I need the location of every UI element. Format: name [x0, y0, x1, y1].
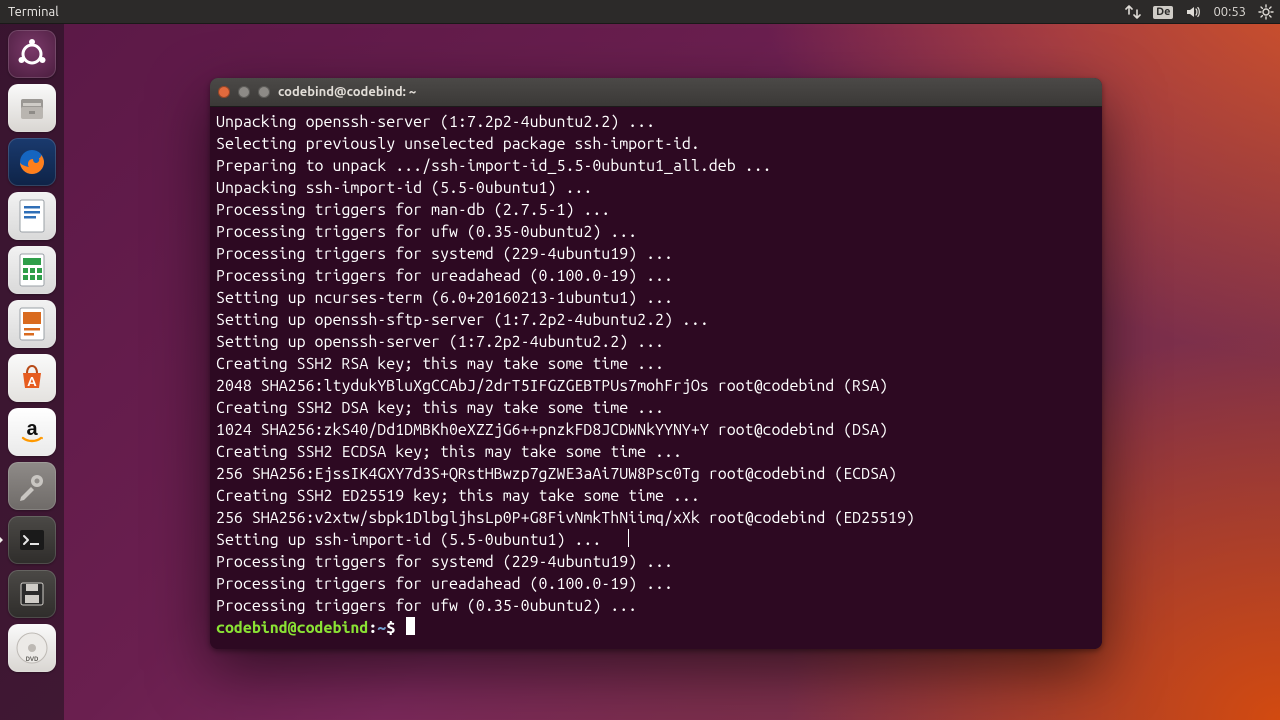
- terminal-line: Unpacking openssh-server (1:7.2p2-4ubunt…: [216, 111, 1102, 133]
- session-indicator[interactable]: [1252, 0, 1280, 24]
- launcher-settings[interactable]: [8, 462, 56, 510]
- terminal-line: Processing triggers for ureadahead (0.10…: [216, 573, 1102, 595]
- firefox-icon: [15, 145, 49, 179]
- svg-text:a: a: [26, 418, 38, 440]
- launcher-software[interactable]: A: [8, 354, 56, 402]
- text-caret-icon: [628, 529, 629, 547]
- file-manager-icon: [15, 91, 49, 125]
- launcher-disc[interactable]: DVD: [8, 624, 56, 672]
- unity-launcher: A a DVD: [0, 24, 64, 720]
- window-minimize-button[interactable]: [238, 86, 250, 98]
- svg-text:A: A: [27, 375, 37, 389]
- terminal-line: Processing triggers for systemd (229-4ub…: [216, 243, 1102, 265]
- terminal-output: Unpacking openssh-server (1:7.2p2-4ubunt…: [216, 111, 1102, 639]
- network-updown-icon: [1125, 4, 1141, 20]
- wrench-gear-icon: [15, 469, 49, 503]
- launcher-save[interactable]: [8, 570, 56, 618]
- gear-icon: [1258, 4, 1274, 20]
- network-indicator[interactable]: [1119, 0, 1147, 24]
- terminal-line: 256 SHA256:v2xtw/sbpk1DlbgljhsLp0P+G8Fiv…: [216, 507, 1102, 529]
- keyboard-layout-badge: De: [1153, 6, 1173, 19]
- terminal-prompt[interactable]: codebind@codebind:~$: [216, 617, 1102, 639]
- launcher-calc[interactable]: [8, 246, 56, 294]
- terminal-title: codebind@codebind: ~: [278, 85, 416, 99]
- prompt-path: ~: [377, 619, 386, 637]
- terminal-line: Setting up openssh-sftp-server (1:7.2p2-…: [216, 309, 1102, 331]
- terminal-body[interactable]: Unpacking openssh-server (1:7.2p2-4ubunt…: [210, 107, 1102, 649]
- terminal-line: 1024 SHA256:zkS40/Dd1DMBKh0eXZZjG6++pnzk…: [216, 419, 1102, 441]
- sound-indicator[interactable]: [1179, 0, 1207, 24]
- terminal-line: 256 SHA256:EjssIK4GXY7d3S+QRstHBwzp7gZWE…: [216, 463, 1102, 485]
- terminal-line: Setting up openssh-server (1:7.2p2-4ubun…: [216, 331, 1102, 353]
- svg-text:DVD: DVD: [26, 656, 39, 663]
- top-menu-bar: Terminal De 00:53: [0, 0, 1280, 24]
- prompt-userhost: codebind@codebind: [216, 619, 368, 637]
- prompt-symbol: $: [386, 619, 404, 637]
- terminal-line: Setting up ssh-import-id (5.5-0ubuntu1) …: [216, 529, 1102, 551]
- window-close-button[interactable]: [218, 86, 230, 98]
- keyboard-indicator[interactable]: De: [1147, 0, 1179, 24]
- terminal-line: Processing triggers for systemd (229-4ub…: [216, 551, 1102, 573]
- terminal-icon: [15, 523, 49, 557]
- launcher-amazon[interactable]: a: [8, 408, 56, 456]
- terminal-line: Creating SSH2 RSA key; this may take som…: [216, 353, 1102, 375]
- floppy-icon: [15, 577, 49, 611]
- terminal-line: 2048 SHA256:ltydukYBluXgCCAbJ/2drT5IFGZG…: [216, 375, 1102, 397]
- launcher-writer[interactable]: [8, 192, 56, 240]
- writer-icon: [17, 198, 47, 234]
- block-cursor-icon: [406, 617, 415, 635]
- terminal-line: Creating SSH2 ED25519 key; this may take…: [216, 485, 1102, 507]
- terminal-line: Processing triggers for ufw (0.35-0ubunt…: [216, 595, 1102, 617]
- terminal-line: Selecting previously unselected package …: [216, 133, 1102, 155]
- launcher-files[interactable]: [8, 84, 56, 132]
- terminal-line: Preparing to unpack .../ssh-import-id_5.…: [216, 155, 1102, 177]
- dvd-icon: DVD: [12, 628, 52, 668]
- launcher-impress[interactable]: [8, 300, 56, 348]
- terminal-line: Processing triggers for ufw (0.35-0ubunt…: [216, 221, 1102, 243]
- launcher-firefox[interactable]: [8, 138, 56, 186]
- active-app-title: Terminal: [8, 5, 59, 19]
- calc-icon: [17, 252, 47, 288]
- clock-indicator[interactable]: 00:53: [1207, 0, 1252, 24]
- terminal-line: Unpacking ssh-import-id (5.5-0ubuntu1) .…: [216, 177, 1102, 199]
- launcher-dash[interactable]: [8, 30, 56, 78]
- launcher-terminal[interactable]: [8, 516, 56, 564]
- terminal-line: Creating SSH2 DSA key; this may take som…: [216, 397, 1102, 419]
- volume-icon: [1185, 4, 1201, 20]
- impress-icon: [17, 306, 47, 342]
- amazon-icon: a: [15, 415, 49, 449]
- terminal-line: Processing triggers for man-db (2.7.5-1)…: [216, 199, 1102, 221]
- shopping-bag-icon: A: [15, 361, 49, 395]
- clock-text: 00:53: [1213, 5, 1246, 19]
- prompt-sep: :: [368, 619, 377, 637]
- terminal-line: Setting up ncurses-term (6.0+20160213-1u…: [216, 287, 1102, 309]
- terminal-window[interactable]: codebind@codebind: ~ Unpacking openssh-s…: [210, 78, 1102, 649]
- ubuntu-logo-icon: [15, 37, 49, 71]
- terminal-line: Processing triggers for ureadahead (0.10…: [216, 265, 1102, 287]
- window-maximize-button[interactable]: [258, 86, 270, 98]
- terminal-titlebar[interactable]: codebind@codebind: ~: [210, 78, 1102, 107]
- terminal-line: Creating SSH2 ECDSA key; this may take s…: [216, 441, 1102, 463]
